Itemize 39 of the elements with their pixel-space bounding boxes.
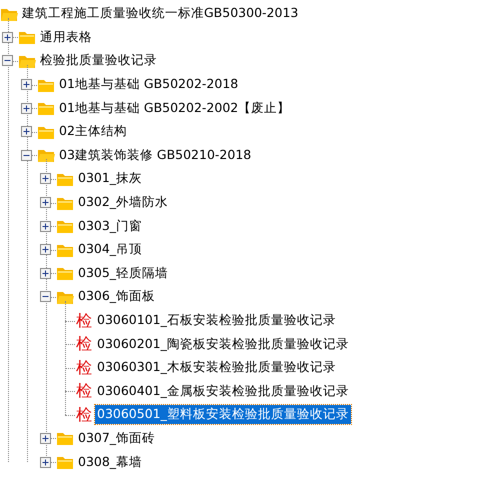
tree-item[interactable]: 0301_抹灰 <box>76 169 144 188</box>
expand-toggle[interactable] <box>21 102 32 114</box>
expand-toggle[interactable] <box>40 244 51 256</box>
expand-toggle[interactable] <box>21 79 32 90</box>
record-icon: 检 <box>75 383 93 400</box>
tree-item[interactable]: 通用表格 <box>38 28 94 47</box>
expand-toggle[interactable] <box>40 173 51 184</box>
expand-toggle[interactable] <box>2 32 13 43</box>
tree-item[interactable]: 0307_饰面砖 <box>76 428 158 448</box>
tree-item[interactable]: 0302_外墙防水 <box>76 193 170 212</box>
tree-item[interactable]: 03060101_石板安装检验批质量验收记录 <box>95 311 338 330</box>
tree-item[interactable]: 03060201_陶瓷板安装检验批质量验收记录 <box>95 334 351 354</box>
record-icon: 检 <box>75 360 93 376</box>
expand-toggle[interactable] <box>21 126 32 138</box>
tree-item[interactable]: 0305_轻质隔墙 <box>76 264 170 283</box>
expand-toggle[interactable] <box>40 220 51 232</box>
tree-item[interactable]: 建筑工程施工质量验收统一标准GB50300-2013 <box>20 4 300 24</box>
tree-item[interactable]: 检验批质量验收记录 <box>38 51 159 70</box>
collapse-toggle[interactable] <box>2 55 13 66</box>
tree-item[interactable]: 01地基与基础 GB50202-2018 <box>57 75 240 94</box>
expand-toggle[interactable] <box>40 456 51 468</box>
tree-item[interactable]: 03建筑装饰装修 GB50210-2018 <box>57 146 254 165</box>
tree-item[interactable]: 01地基与基础 GB50202-2002【废止】 <box>57 98 292 118</box>
collapse-toggle[interactable] <box>40 291 51 302</box>
expand-toggle[interactable] <box>40 197 51 208</box>
tree-item[interactable]: 0308_幕墙 <box>76 452 144 472</box>
tree-item[interactable]: 0306_饰面板 <box>76 287 158 306</box>
tree-item[interactable]: 03060401_金属板安装检验批质量验收记录 <box>95 382 351 401</box>
tree-item[interactable]: 03060501_塑料板安装检验批质量验收记录 <box>95 405 351 424</box>
tree-item[interactable]: 02主体结构 <box>57 122 129 142</box>
record-icon: 检 <box>75 406 93 423</box>
record-icon: 检 <box>75 336 93 352</box>
tree-item[interactable]: 03060301_木板安装检验批质量验收记录 <box>95 358 338 378</box>
expand-toggle[interactable] <box>40 268 51 279</box>
collapse-toggle[interactable] <box>21 150 32 161</box>
record-icon: 检 <box>75 312 93 329</box>
tree-item[interactable]: 0304_吊顶 <box>76 240 144 260</box>
tree-item[interactable]: 0303_门窗 <box>76 216 144 236</box>
expand-toggle[interactable] <box>40 432 51 444</box>
